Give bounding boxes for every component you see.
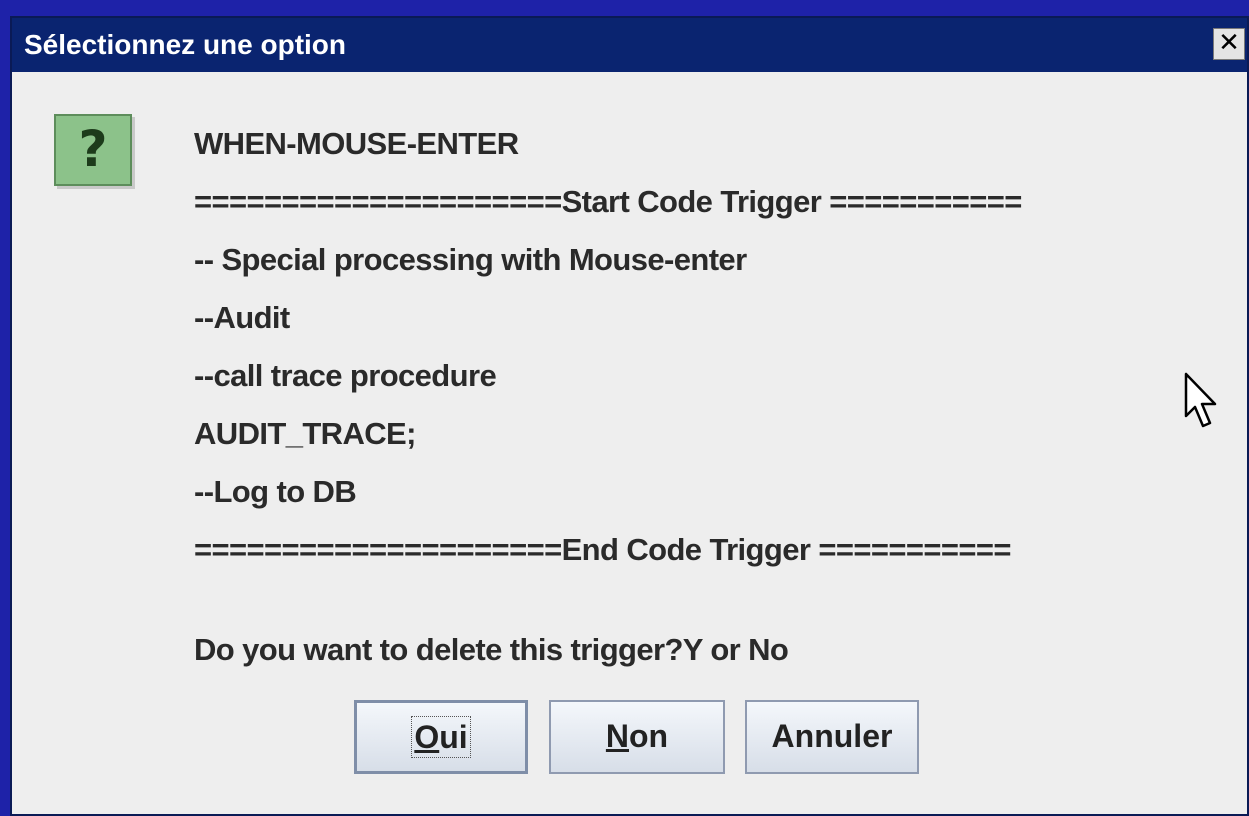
question-text: Do you want to delete this trigger?Y or … (194, 632, 789, 667)
cancel-button[interactable]: Annuler (745, 700, 919, 774)
message-line: --Log to DB (194, 474, 357, 509)
no-label-rest: on (629, 718, 669, 754)
yes-label-rest: ui (439, 719, 468, 755)
no-button-label: Non (606, 718, 668, 754)
message-line: =====================End Code Trigger ==… (194, 532, 1011, 567)
close-button[interactable]: ✕ (1213, 28, 1245, 60)
message-line: -- Special processing with Mouse-enter (194, 242, 747, 277)
dialog-title-bar[interactable]: Sélectionnez une option ✕ (12, 18, 1247, 72)
message-line: --Audit (194, 300, 290, 335)
no-button[interactable]: Non (549, 700, 725, 774)
message-line: =====================Start Code Trigger … (194, 184, 1022, 219)
option-dialog: Sélectionnez une option ✕ ? WHEN-MOUSE-E… (10, 16, 1249, 816)
question-icon: ? (54, 114, 132, 186)
question-icon-glyph: ? (78, 120, 108, 178)
yes-button-label: Oui (411, 716, 471, 758)
yes-mnemonic: O (414, 719, 440, 755)
message-line: AUDIT_TRACE; (194, 416, 416, 451)
no-mnemonic: N (605, 718, 629, 754)
cancel-button-label: Annuler (771, 718, 893, 754)
yes-button[interactable]: Oui (354, 700, 528, 774)
message-line: WHEN-MOUSE-ENTER (194, 126, 519, 161)
close-icon: ✕ (1218, 28, 1240, 58)
message-text: WHEN-MOUSE-ENTER =====================St… (194, 126, 1244, 590)
mouse-pointer-icon (1184, 372, 1217, 428)
message-line: --call trace procedure (194, 358, 497, 393)
dialog-title: Sélectionnez une option (24, 29, 347, 60)
